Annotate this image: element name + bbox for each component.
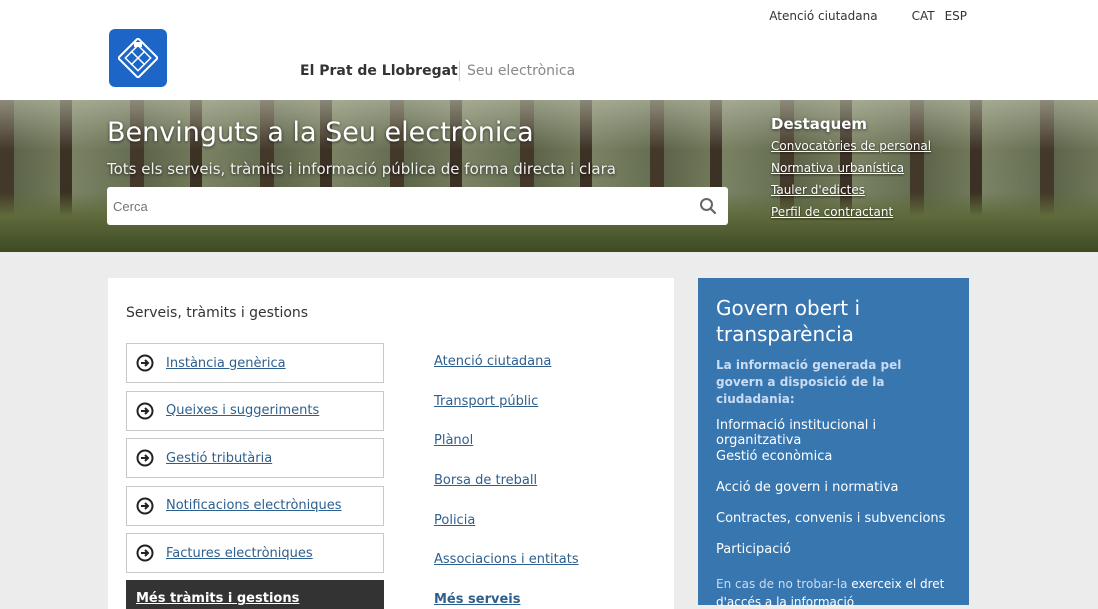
coat-of-arms-icon[interactable]	[109, 29, 167, 87]
title-divider	[459, 61, 460, 81]
transparency-lead: La informació generada pel govern a disp…	[716, 358, 902, 406]
services-panel: Serveis, tràmits i gestions Instància ge…	[108, 278, 674, 609]
site-subtitle: Seu electrònica	[467, 63, 576, 79]
search-box	[107, 187, 728, 225]
service-link[interactable]: Instància genèrica	[166, 356, 286, 371]
transp-link-govern[interactable]: Acció de govern i normativa	[716, 480, 951, 511]
arrow-circle-icon	[136, 497, 154, 514]
lang-esp-link[interactable]: ESP	[945, 9, 967, 23]
transp-link-economica[interactable]: Gestió econòmica	[716, 449, 951, 480]
service-item-notificacions[interactable]: Notificacions electròniques	[126, 485, 384, 526]
service-item-factures[interactable]: Factures electròniques	[126, 533, 384, 573]
link-transport-public[interactable]: Transport públic	[434, 394, 579, 434]
destaquem-link-convocatories[interactable]: Convocatòries de personal	[771, 139, 981, 153]
hero-title: Benvinguts a la Seu electrònica	[107, 117, 534, 148]
access-note: En cas de no trobar-la exerceix el dret …	[716, 575, 951, 609]
service-item-gestio-tributaria[interactable]: Gestió tributària	[126, 438, 384, 478]
service-link[interactable]: Notificacions electròniques	[166, 498, 342, 513]
search-icon[interactable]	[688, 187, 728, 225]
transparency-panel: Govern obert i transparència La informac…	[698, 278, 969, 609]
transparency-heading[interactable]: Govern obert i transparència	[716, 295, 951, 347]
transp-link-institucional[interactable]: Informació institucional i organitzativa	[716, 418, 951, 449]
link-borsa-treball[interactable]: Borsa de treball	[434, 473, 579, 513]
lang-cat-link[interactable]: CAT	[912, 9, 935, 23]
destaquem-panel: Destaquem Convocatòries de personal Norm…	[771, 115, 981, 227]
services-list: Instància genèrica Queixes i suggeriment…	[126, 343, 384, 581]
service-item-instancia[interactable]: Instància genèrica	[126, 343, 384, 383]
link-planol[interactable]: Plànol	[434, 433, 579, 473]
destaquem-link-normativa[interactable]: Normativa urbanística	[771, 161, 981, 175]
destaquem-link-perfil[interactable]: Perfil de contractant	[771, 205, 981, 219]
site-title[interactable]: El Prat de Llobregat	[300, 63, 458, 79]
top-links: Atenció ciutadana CAT ESP	[769, 9, 967, 23]
hero-subtitle: Tots els serveis, tràmits i informació p…	[107, 160, 616, 178]
service-link[interactable]: Factures electròniques	[166, 546, 313, 561]
link-atencio-ciutadana[interactable]: Atenció ciutadana	[434, 354, 579, 394]
services-heading: Serveis, tràmits i gestions	[126, 305, 309, 321]
arrow-circle-icon	[136, 544, 154, 562]
more-services-link[interactable]: Més serveis	[434, 592, 579, 609]
services-links: Atenció ciutadana Transport públic Plàno…	[434, 354, 579, 609]
destaquem-link-tauler[interactable]: Tauler d'edictes	[771, 183, 981, 197]
hero-banner: Benvinguts a la Seu electrònica Tots els…	[0, 100, 1098, 252]
service-item-queixes[interactable]: Queixes i suggeriments	[126, 390, 384, 431]
search-input[interactable]	[107, 187, 688, 225]
service-link[interactable]: Gestió tributària	[166, 451, 272, 466]
more-tramits-button[interactable]: Més tràmits i gestions	[126, 580, 384, 609]
arrow-circle-icon	[136, 449, 154, 467]
link-associacions[interactable]: Associacions i entitats	[434, 552, 579, 592]
destaquem-heading: Destaquem	[771, 115, 868, 133]
access-note-prefix: En cas de no trobar-la	[716, 577, 848, 591]
transp-link-contractes[interactable]: Contractes, convenis i subvencions	[716, 511, 951, 542]
arrow-circle-icon	[136, 402, 154, 419]
site-header: Atenció ciutadana CAT ESP El Prat de Llo…	[0, 0, 1098, 100]
arrow-circle-icon	[136, 354, 154, 372]
link-policia[interactable]: Policia	[434, 513, 579, 553]
transp-link-participacio[interactable]: Participació	[716, 542, 951, 573]
service-link[interactable]: Queixes i suggeriments	[166, 403, 319, 418]
atencio-ciutadana-link[interactable]: Atenció ciutadana	[769, 9, 877, 23]
